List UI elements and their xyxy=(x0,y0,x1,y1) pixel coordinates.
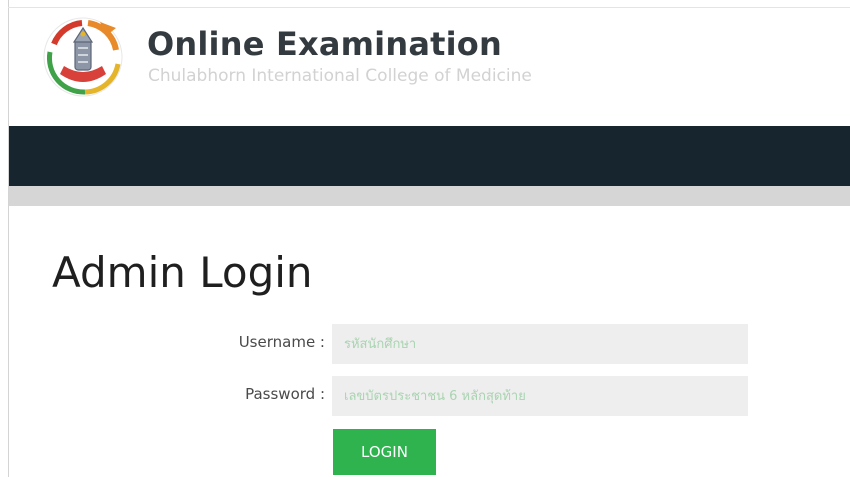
college-logo-icon[interactable] xyxy=(40,14,126,100)
username-input[interactable] xyxy=(332,324,748,364)
navigation-bar xyxy=(9,126,850,186)
password-label: Password : xyxy=(245,385,325,403)
password-input[interactable] xyxy=(332,376,748,416)
username-label: Username : xyxy=(238,333,325,351)
navigation-bar-underline xyxy=(9,186,850,206)
page-title: Admin Login xyxy=(52,248,313,297)
page: Online Examination Chulabhorn Internatio… xyxy=(0,0,850,477)
site-header: Online Examination Chulabhorn Internatio… xyxy=(9,8,850,126)
site-title: Online Examination xyxy=(147,25,502,63)
login-panel: Admin Login Username : Password : LOGIN xyxy=(9,206,850,477)
site-subtitle: Chulabhorn International College of Medi… xyxy=(148,66,532,86)
login-button[interactable]: LOGIN xyxy=(333,429,436,475)
